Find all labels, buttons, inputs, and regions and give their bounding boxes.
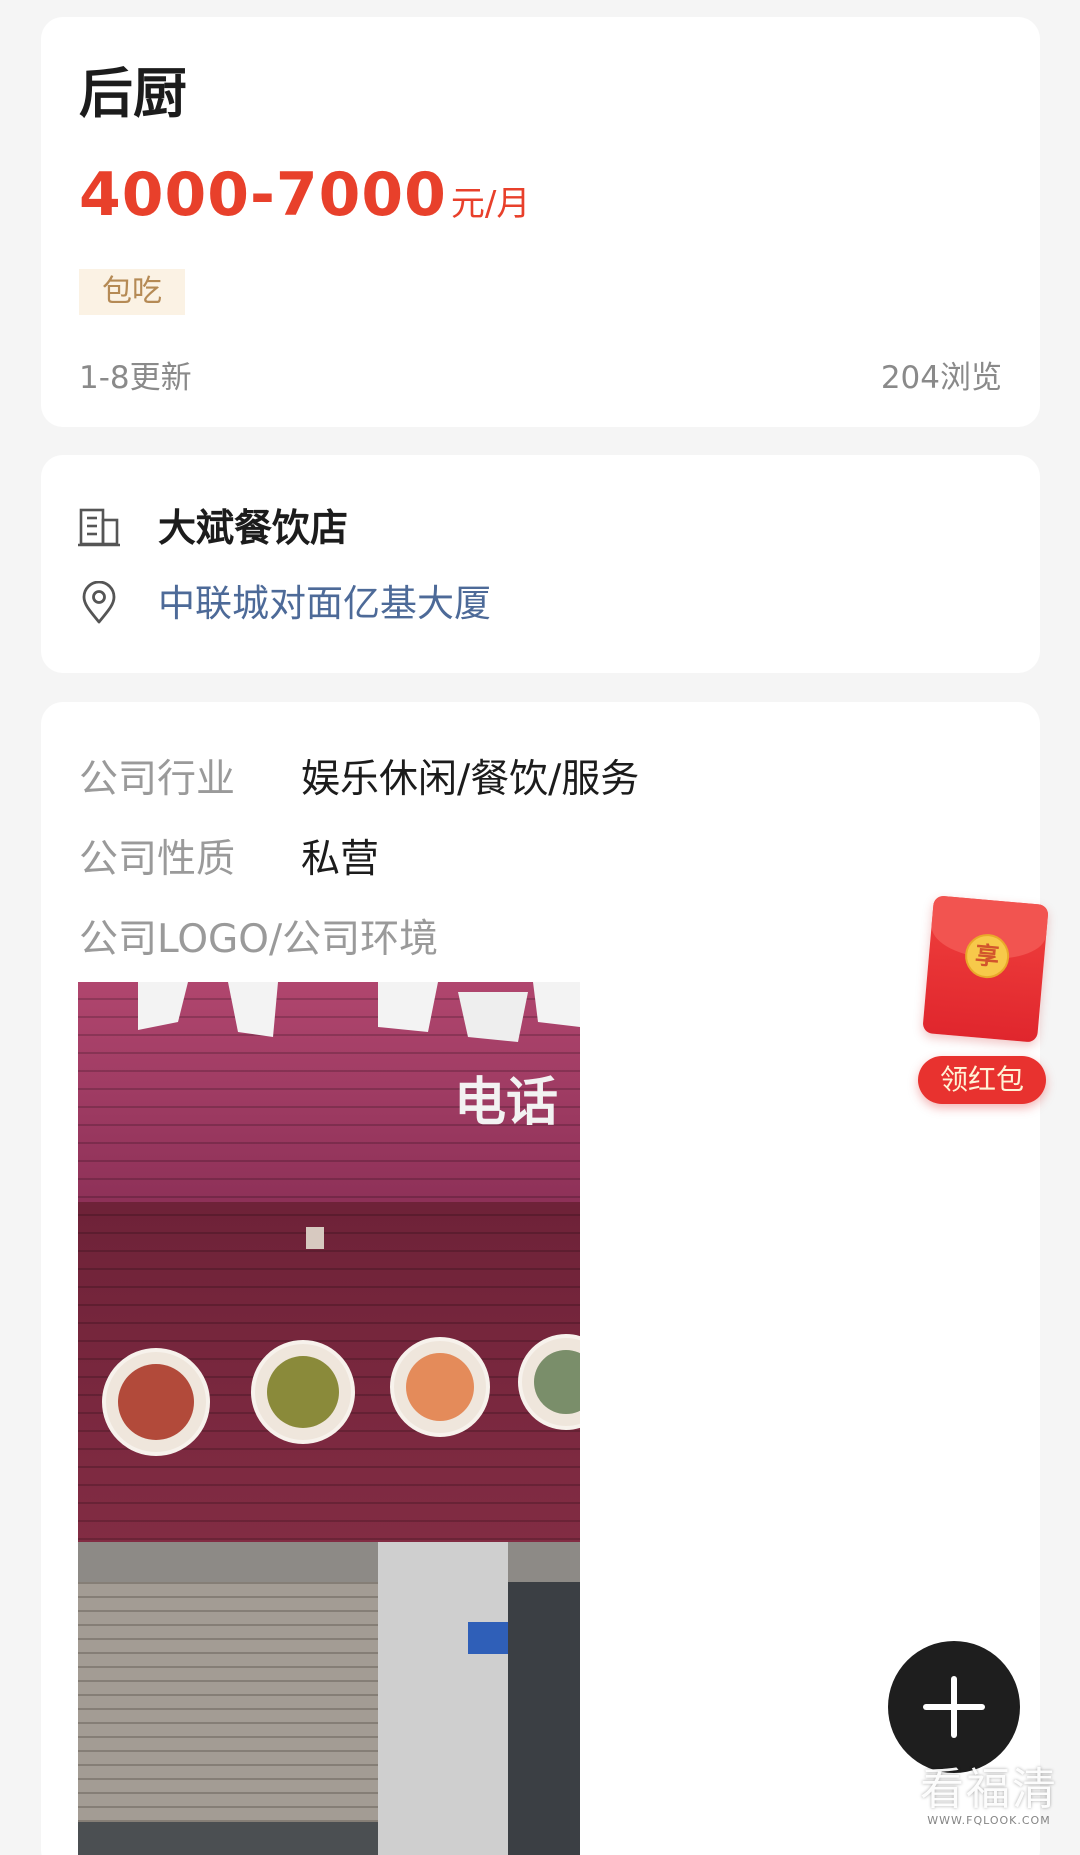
salary: 4000-7000 元/月	[79, 165, 530, 225]
add-button[interactable]	[888, 1641, 1020, 1773]
claim-red-envelope-button[interactable]: 领红包	[918, 1056, 1046, 1104]
company-info-card: 公司行业 娱乐休闲/餐饮/服务 公司性质 私营 公司LOGO/公司环境 电话	[41, 702, 1040, 1855]
storefront-image: 电话	[78, 982, 580, 1855]
red-envelope[interactable]: 享	[922, 895, 1049, 1043]
watermark: 看福清 WWW.FQLOOK.COM	[920, 1764, 1058, 1827]
industry-label: 公司行业	[79, 757, 236, 802]
watermark-sub: WWW.FQLOOK.COM	[927, 1814, 1051, 1827]
nature-label: 公司性质	[79, 837, 236, 882]
company-name[interactable]: 大斌餐饮店	[158, 509, 348, 547]
company-address[interactable]: 中联城对面亿基大厦	[158, 585, 491, 622]
plus-icon-vertical	[951, 1676, 957, 1738]
update-date: 1-8更新	[79, 360, 192, 396]
location-pin-icon	[82, 581, 116, 624]
company-environment-photo[interactable]: 电话	[78, 982, 580, 1855]
nature-value: 私营	[301, 837, 380, 882]
salary-range: 4000-7000	[79, 160, 447, 230]
view-count: 204浏览	[880, 360, 1002, 396]
watermark-main: 看福清	[920, 1764, 1058, 1815]
job-title: 后厨	[79, 62, 187, 125]
company-card[interactable]: 大斌餐饮店 中联城对面亿基大厦	[41, 455, 1040, 673]
benefit-tag: 包吃	[79, 269, 185, 315]
salary-unit: 元/月	[450, 184, 531, 224]
job-summary-card: 后厨 4000-7000 元/月 包吃 1-8更新 204浏览	[41, 17, 1040, 427]
sign-text: 电话	[454, 1073, 558, 1133]
building-icon	[78, 508, 120, 547]
industry-value: 娱乐休闲/餐饮/服务	[301, 757, 640, 802]
photos-label: 公司LOGO/公司环境	[79, 917, 439, 962]
